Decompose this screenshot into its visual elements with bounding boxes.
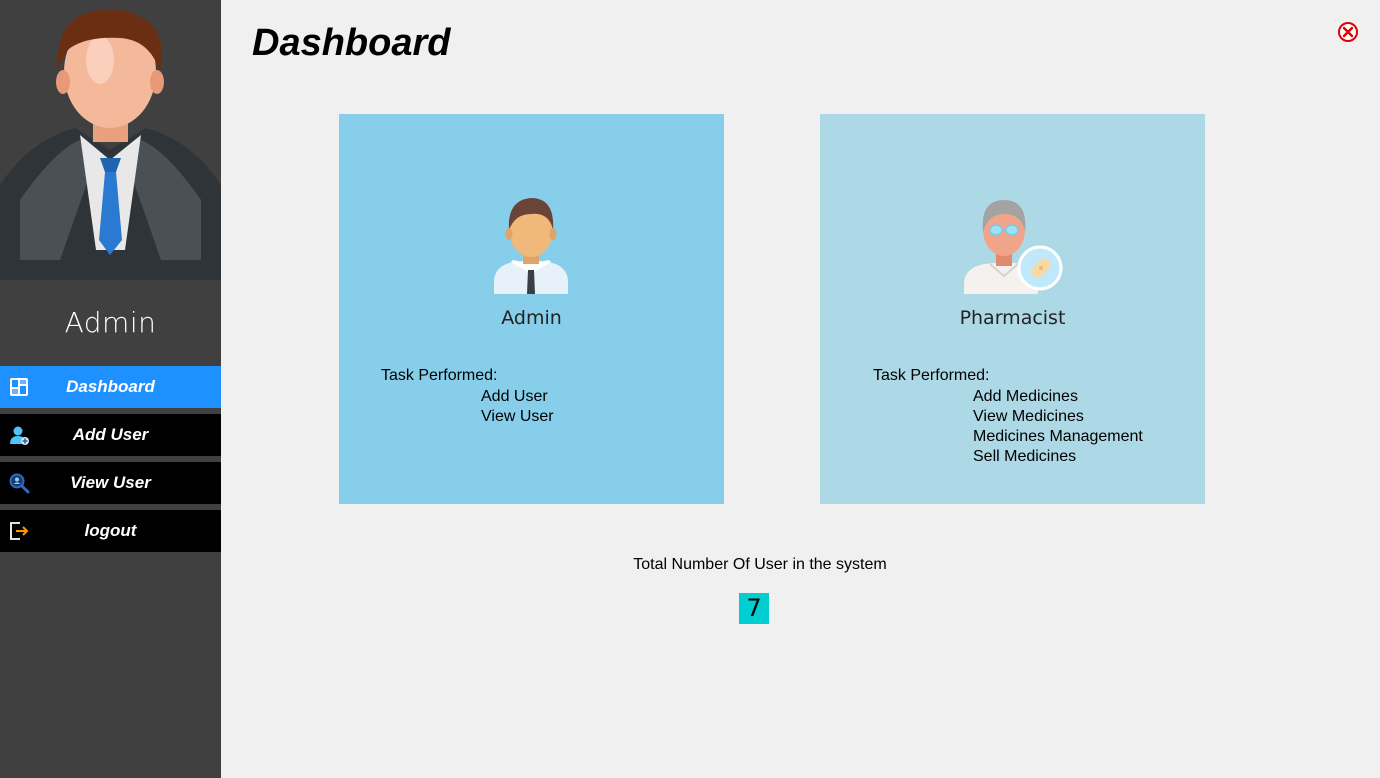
sidebar-item-label: View User — [70, 473, 151, 492]
list-item: Add User — [481, 388, 548, 405]
list-item: Medicines Management — [973, 428, 1143, 445]
total-users-count: 7 — [739, 593, 769, 624]
close-icon[interactable] — [1337, 21, 1359, 43]
sidebar-item-label: logout — [84, 521, 137, 540]
admin-card-title: Admin — [501, 307, 562, 329]
pharmacist-card: Pharmacist Task Performed: Add Medicines… — [820, 114, 1205, 504]
list-item: Add Medicines — [973, 388, 1078, 405]
sidebar-item-add-user[interactable]: Add User — [0, 414, 221, 456]
pharmacist-avatar-icon — [964, 200, 1063, 294]
pharmacist-card-title: Pharmacist — [959, 307, 1066, 329]
list-item: View User — [481, 408, 554, 425]
sidebar-user-name: Admin — [64, 306, 157, 339]
admin-task-list: Add User View User — [481, 387, 554, 427]
sidebar-item-view-user[interactable]: View User — [0, 462, 221, 504]
page-title: Dashboard — [252, 22, 451, 64]
sidebar-item-logout[interactable]: logout — [0, 510, 221, 552]
pharmacist-task-heading: Task Performed: — [873, 367, 990, 384]
sidebar-item-dashboard[interactable]: Dashboard — [0, 366, 221, 408]
admin-task-heading: Task Performed: — [381, 367, 498, 384]
pharmacist-task-list: Add Medicines View Medicines Medicines M… — [973, 387, 1143, 467]
total-users-label: Total Number Of User in the system — [633, 556, 887, 573]
list-item: View Medicines — [973, 408, 1084, 425]
admin-avatar-icon — [494, 198, 568, 294]
admin-card: Admin Task Performed: Add User View User — [339, 114, 724, 504]
user-avatar-icon — [0, 9, 221, 280]
sidebar: Admin Dashboard Add User View User logou… — [0, 0, 221, 778]
sidebar-item-label: Add User — [72, 425, 149, 444]
list-item: Sell Medicines — [973, 448, 1077, 465]
sidebar-item-label: Dashboard — [66, 377, 155, 396]
